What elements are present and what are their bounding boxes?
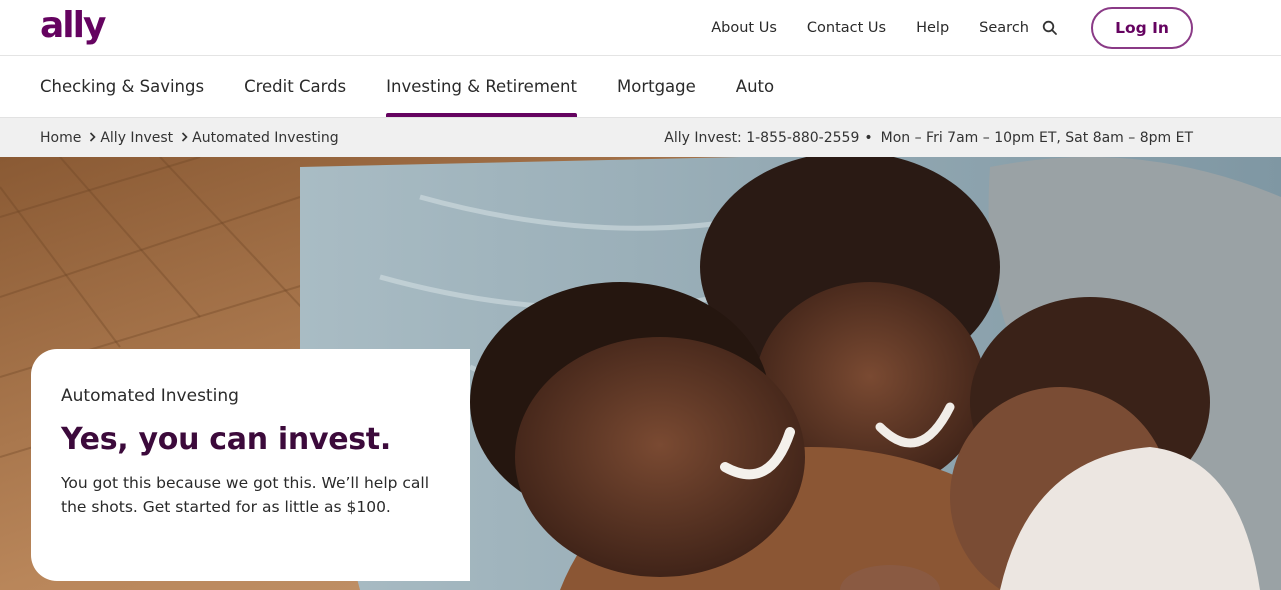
utility-nav: About Us Contact Us Help Search Log In bbox=[711, 0, 1281, 55]
search-link[interactable]: Search bbox=[979, 20, 1029, 36]
about-us-link[interactable]: About Us bbox=[711, 20, 777, 36]
nav-mortgage[interactable]: Mortgage bbox=[617, 56, 696, 117]
contact-us-link[interactable]: Contact Us bbox=[807, 20, 886, 36]
hero-card: Automated Investing Yes, you can invest.… bbox=[31, 349, 470, 581]
contact-info: Ally Invest: 1-855-880-2559 • Mon – Fri … bbox=[664, 118, 1193, 158]
hero-eyebrow: Automated Investing bbox=[61, 386, 239, 406]
contact-hours: Mon – Fri 7am – 10pm ET, Sat 8am – 8pm E… bbox=[880, 130, 1193, 146]
breadcrumb-home[interactable]: Home bbox=[40, 130, 81, 146]
contact-phone[interactable]: Ally Invest: 1-855-880-2559 bbox=[664, 130, 859, 146]
top-header: ally About Us Contact Us Help Search Log… bbox=[0, 0, 1281, 56]
hero-section: Automated Investing Yes, you can invest.… bbox=[0, 157, 1281, 590]
breadcrumb-current: Automated Investing bbox=[192, 130, 339, 146]
bullet-separator: • bbox=[864, 130, 873, 146]
nav-investing-retirement[interactable]: Investing & Retirement bbox=[386, 56, 577, 117]
ally-logo[interactable]: ally bbox=[40, 4, 106, 48]
hero-subcopy: You got this because we got this. We’ll … bbox=[61, 474, 430, 516]
breadcrumb-bar: Home Ally Invest Automated Investing All… bbox=[0, 117, 1281, 157]
search-icon[interactable] bbox=[1041, 19, 1059, 37]
hero-headline: Yes, you can invest. bbox=[61, 422, 391, 457]
chevron-right-icon bbox=[89, 131, 96, 146]
help-link[interactable]: Help bbox=[916, 20, 949, 36]
nav-checking-savings[interactable]: Checking & Savings bbox=[40, 56, 204, 117]
breadcrumb: Home Ally Invest Automated Investing bbox=[40, 118, 339, 158]
nav-credit-cards[interactable]: Credit Cards bbox=[244, 56, 346, 117]
chevron-right-icon bbox=[181, 131, 188, 146]
main-nav: Checking & Savings Credit Cards Investin… bbox=[0, 56, 1281, 117]
breadcrumb-ally-invest[interactable]: Ally Invest bbox=[100, 130, 173, 146]
log-in-button[interactable]: Log In bbox=[1091, 6, 1193, 49]
nav-auto[interactable]: Auto bbox=[736, 56, 774, 117]
